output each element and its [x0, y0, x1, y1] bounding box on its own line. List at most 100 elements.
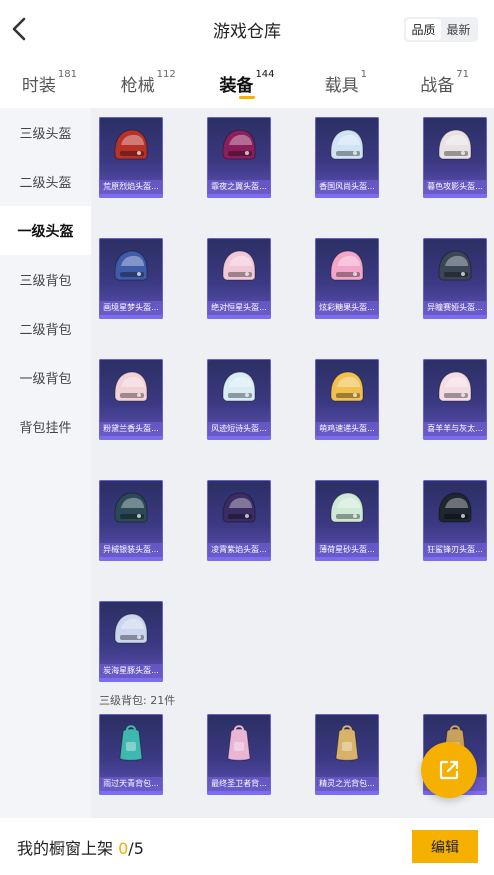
sidebar-item-level1-helmet[interactable]: 一级头盔: [0, 206, 91, 255]
item-name: 粉黛兰香头盔...: [99, 422, 163, 436]
rarity-bar: [99, 315, 163, 319]
tab-count: 71: [456, 69, 469, 80]
item-name: 霏夜之翼头盔...: [207, 180, 271, 194]
helmet-card[interactable]: 风迹短诗头盔...: [207, 359, 271, 440]
rarity-bar: [207, 436, 271, 440]
tab-count: 1: [360, 69, 367, 80]
helmet-card[interactable]: 薄荷星砂头盔...: [315, 480, 379, 561]
backpack-icon: [325, 722, 369, 766]
helmet-icon: [325, 125, 369, 169]
rarity-bar: [315, 557, 379, 561]
item-name: 香国风尚头盔...: [315, 180, 379, 194]
helmet-card[interactable]: 狂鲨锋刃头盔...: [423, 480, 487, 561]
rarity-bar: [315, 194, 379, 198]
helmet-icon: [217, 488, 261, 532]
tab-label: 装备: [219, 76, 254, 96]
edit-button[interactable]: 编辑: [412, 830, 478, 863]
item-name: 炭海星豚头盔...: [99, 664, 163, 678]
sidebar-item-backpack-charm[interactable]: 背包挂件: [0, 402, 91, 451]
helmet-icon: [433, 367, 477, 411]
rarity-bar: [207, 194, 271, 198]
section-title: 三级背包: 21件: [99, 694, 176, 707]
helmet-card[interactable]: 暮色攻影头盔...: [423, 117, 487, 198]
backpack-card[interactable]: 最终圣卫者背...: [207, 714, 271, 795]
tab-label: 枪械: [120, 76, 155, 96]
tab-count: 181: [57, 69, 77, 80]
backpack-card[interactable]: 精灵之光背包...: [315, 714, 379, 795]
rarity-bar: [99, 678, 163, 682]
item-name: 画境星梦头盔...: [99, 301, 163, 315]
showcase-current-count: 0: [118, 838, 129, 858]
header: 游戏仓库 品质 最新: [0, 0, 494, 58]
helmet-icon: [433, 125, 477, 169]
helmet-card[interactable]: 霏夜之翼头盔...: [207, 117, 271, 198]
sidebar: 三级头盔 二级头盔 一级头盔 三级背包 二级背包 一级背包 背包挂件: [0, 108, 91, 818]
tab-label: 时装: [21, 76, 56, 96]
showcase-total-count: /5: [128, 838, 144, 858]
item-name: 精灵之光背包...: [315, 777, 379, 791]
sidebar-item-level2-helmet[interactable]: 二级头盔: [0, 157, 91, 206]
item-name: 萌鸡速递头盔...: [315, 422, 379, 436]
showcase-footer: 我的橱窗上架 0/5 编辑: [0, 818, 494, 875]
item-name: 暮色攻影头盔...: [423, 180, 487, 194]
helmet-card[interactable]: 画境星梦头盔...: [99, 238, 163, 319]
helmet-icon: [109, 609, 153, 653]
sidebar-item-level2-backpack[interactable]: 二级背包: [0, 304, 91, 353]
sidebar-item-level3-backpack[interactable]: 三级背包: [0, 255, 91, 304]
rarity-bar: [207, 315, 271, 319]
rarity-bar: [99, 436, 163, 440]
active-tab-indicator: [238, 96, 255, 99]
helmet-card[interactable]: 异械银装头盔...: [99, 480, 163, 561]
item-name: 炫彩糖果头盔...: [315, 301, 379, 315]
item-name: 风迹短诗头盔...: [207, 422, 271, 436]
sort-quality-button[interactable]: 品质: [406, 19, 441, 40]
rarity-bar: [423, 194, 487, 198]
rarity-bar: [207, 791, 271, 795]
showcase-label: 我的橱窗上架: [17, 838, 114, 858]
rarity-bar: [423, 557, 487, 561]
item-name: 喜羊羊与灰太...: [423, 422, 487, 436]
helmet-icon: [109, 125, 153, 169]
helmet-icon: [325, 488, 369, 532]
helmet-icon: [325, 246, 369, 290]
helmet-card[interactable]: 荒原烈焰头盔...: [99, 117, 163, 198]
tab-count: 112: [156, 69, 176, 80]
rarity-bar: [423, 436, 487, 440]
helmet-icon: [217, 367, 261, 411]
helmet-card[interactable]: 萌鸡速递头盔...: [315, 359, 379, 440]
tab-equipment[interactable]: 装备 144: [198, 58, 297, 108]
rarity-bar: [99, 557, 163, 561]
rarity-bar: [207, 557, 271, 561]
helmet-card[interactable]: 粉黛兰香头盔...: [99, 359, 163, 440]
tab-gear[interactable]: 战备 71: [395, 58, 494, 108]
helmet-card[interactable]: 炫彩糖果头盔...: [315, 238, 379, 319]
helmet-card[interactable]: 绝对恒星头盔...: [207, 238, 271, 319]
helmet-icon: [217, 125, 261, 169]
category-tabs: 时装 181 枪械 112 装备 144 载具 1 战备 71: [0, 58, 494, 108]
helmet-card[interactable]: 喜羊羊与灰太...: [423, 359, 487, 440]
tab-fashion[interactable]: 时装 181: [0, 58, 99, 108]
share-button[interactable]: [421, 742, 477, 798]
item-name: 凌霄紫焰头盔...: [207, 543, 271, 557]
helmet-icon: [109, 367, 153, 411]
helmet-card[interactable]: 炭海星豚头盔...: [99, 601, 163, 682]
sidebar-item-level1-backpack[interactable]: 一级背包: [0, 353, 91, 402]
backpack-icon: [217, 722, 261, 766]
tab-label: 战备: [420, 76, 455, 96]
item-grid-area: 荒原烈焰头盔... 霏夜之翼头盔... 香国风尚头盔... 暮色攻影头盔... 画境星梦…: [91, 108, 494, 818]
sidebar-item-level3-helmet[interactable]: 三级头盔: [0, 108, 91, 157]
rarity-bar: [315, 436, 379, 440]
tab-vehicles[interactable]: 载具 1: [296, 58, 395, 108]
helmet-card[interactable]: 异瞳赛娅头盔...: [423, 238, 487, 319]
helmet-icon: [109, 488, 153, 532]
item-name: 荒原烈焰头盔...: [99, 180, 163, 194]
backpack-icon: [109, 722, 153, 766]
helmet-grid: 荒原烈焰头盔... 霏夜之翼头盔... 香国风尚头盔... 暮色攻影头盔... 画境星梦…: [91, 108, 494, 682]
helmet-card[interactable]: 香国风尚头盔...: [315, 117, 379, 198]
helmet-icon: [433, 488, 477, 532]
helmet-icon: [433, 246, 477, 290]
helmet-card[interactable]: 凌霄紫焰头盔...: [207, 480, 271, 561]
sort-latest-button[interactable]: 最新: [441, 19, 476, 40]
backpack-card[interactable]: 雨过天青背包...: [99, 714, 163, 795]
tab-guns[interactable]: 枪械 112: [99, 58, 198, 108]
